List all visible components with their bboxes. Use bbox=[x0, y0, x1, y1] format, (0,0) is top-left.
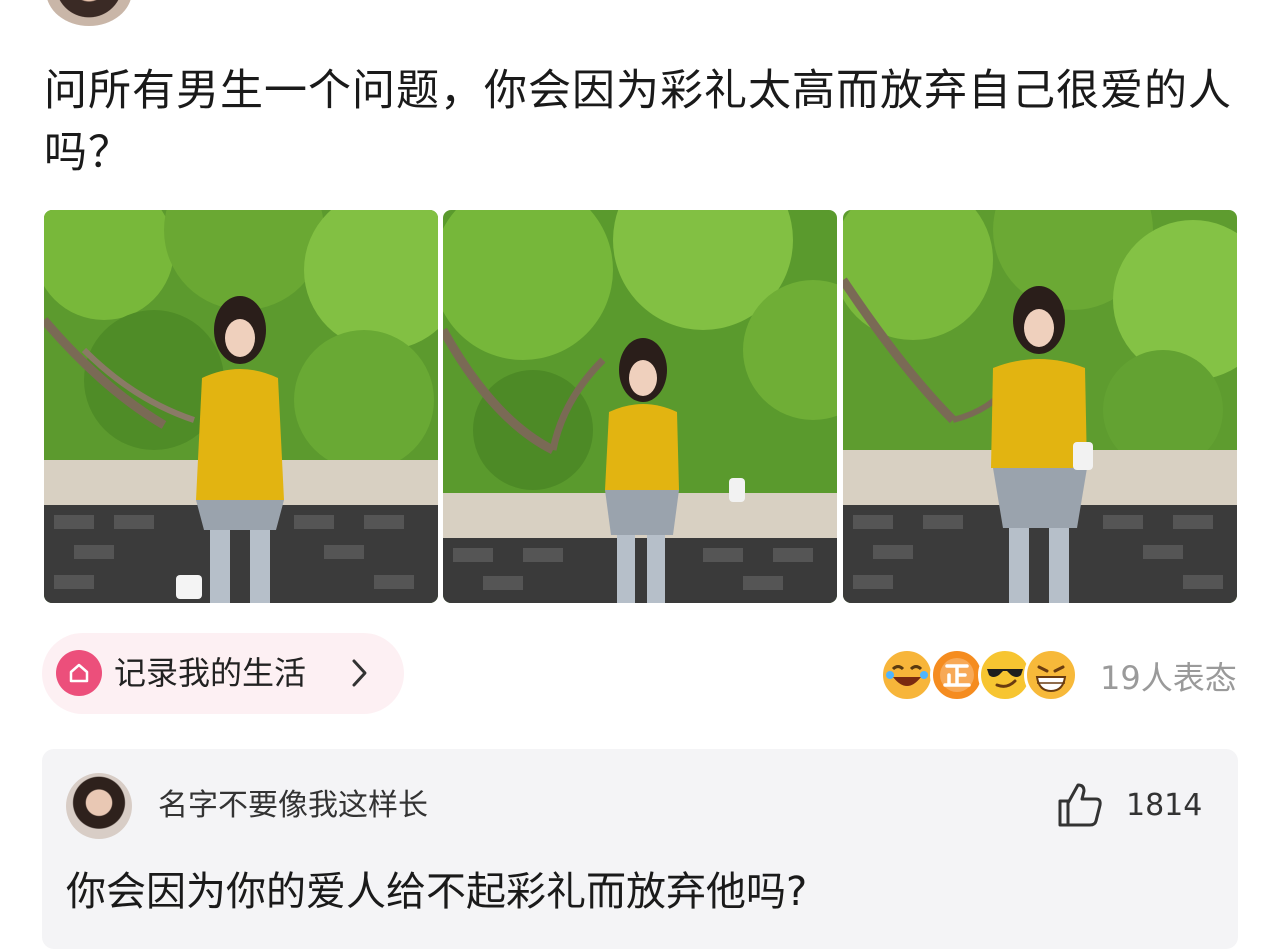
topic-label: 记录我的生活 bbox=[114, 654, 307, 692]
topic-pill[interactable]: 记录我的生活 bbox=[42, 633, 404, 714]
post-photo-2[interactable] bbox=[443, 210, 837, 603]
chevron-right-icon bbox=[350, 657, 370, 693]
grinning-face-icon bbox=[1024, 648, 1078, 702]
zheng-badge-icon bbox=[930, 648, 984, 702]
reaction-stack[interactable] bbox=[880, 648, 1080, 704]
commenter-avatar[interactable] bbox=[66, 773, 132, 839]
post-title: 问所有男生一个问题，你会因为彩礼太高而放弃自己很爱的人吗？ bbox=[44, 66, 1232, 178]
commenter-username[interactable]: 名字不要像我这样长 bbox=[158, 785, 428, 827]
thumbs-up-icon[interactable] bbox=[1054, 779, 1106, 835]
comment-text: 你会因为你的爱人给不起彩礼而放弃他吗? bbox=[66, 869, 808, 915]
home-icon bbox=[56, 650, 102, 696]
post-photo-3[interactable] bbox=[843, 210, 1237, 603]
laughing-face-icon bbox=[880, 648, 934, 702]
author-avatar[interactable] bbox=[46, 0, 132, 26]
reaction-count[interactable]: 19人表态 bbox=[1100, 656, 1237, 700]
like-count: 1814 bbox=[1126, 788, 1203, 823]
top-comment[interactable]: 名字不要像我这样长 1814 你会因为你的爱人给不起彩礼而放弃他吗? bbox=[42, 749, 1238, 949]
post-photo-1[interactable] bbox=[44, 210, 438, 603]
